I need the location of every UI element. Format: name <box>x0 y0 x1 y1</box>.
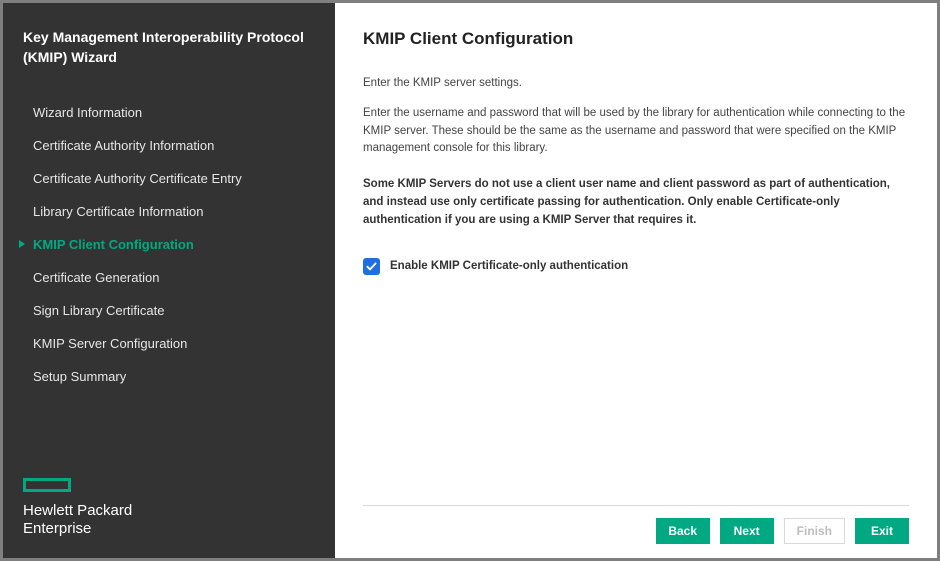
main-panel: KMIP Client Configuration Enter the KMIP… <box>335 3 937 558</box>
sidebar-item-label: Setup Summary <box>33 369 126 384</box>
sidebar-item-certificate-generation[interactable]: Certificate Generation <box>23 261 315 294</box>
wizard-footer: Back Next Finish Exit <box>363 518 909 544</box>
sidebar-item-label: Certificate Authority Certificate Entry <box>33 171 242 186</box>
sidebar-item-label: Wizard Information <box>33 105 142 120</box>
sidebar-item-certificate-authority-certificate-entry[interactable]: Certificate Authority Certificate Entry <box>23 162 315 195</box>
sidebar-item-kmip-server-configuration[interactable]: KMIP Server Configuration <box>23 327 315 360</box>
sidebar-item-label: KMIP Server Configuration <box>33 336 187 351</box>
sidebar-item-label: KMIP Client Configuration <box>33 237 194 252</box>
hpe-logo-text: Hewlett Packard Enterprise <box>23 502 315 538</box>
sidebar-item-kmip-client-configuration[interactable]: KMIP Client Configuration <box>23 228 315 261</box>
page-title: KMIP Client Configuration <box>363 29 909 49</box>
hpe-logo-icon <box>23 478 71 492</box>
next-button[interactable]: Next <box>720 518 774 544</box>
wizard-window: Key Management Interoperability Protocol… <box>0 0 940 561</box>
enable-cert-only-auth-row: Enable KMIP Certificate-only authenticat… <box>363 258 909 276</box>
sidebar-item-library-certificate-information[interactable]: Library Certificate Information <box>23 195 315 228</box>
finish-button: Finish <box>784 518 845 544</box>
enable-cert-only-auth-label: Enable KMIP Certificate-only authenticat… <box>390 258 628 276</box>
warning-text: Some KMIP Servers do not use a client us… <box>363 176 909 229</box>
sidebar-footer: Hewlett Packard Enterprise <box>23 478 315 542</box>
sidebar-item-label: Library Certificate Information <box>33 204 204 219</box>
sidebar-nav: Wizard Information Certificate Authority… <box>23 96 315 478</box>
sidebar-item-label: Certificate Generation <box>33 270 159 285</box>
checkmark-icon <box>366 261 377 272</box>
hpe-logo-line1: Hewlett Packard <box>23 502 132 519</box>
sidebar-item-label: Sign Library Certificate <box>33 303 165 318</box>
back-button[interactable]: Back <box>656 518 710 544</box>
sidebar-item-label: Certificate Authority Information <box>33 138 214 153</box>
intro-text-2: Enter the username and password that wil… <box>363 105 909 158</box>
sidebar-item-setup-summary[interactable]: Setup Summary <box>23 360 315 393</box>
enable-cert-only-auth-checkbox[interactable] <box>363 258 380 275</box>
sidebar-title: Key Management Interoperability Protocol… <box>23 27 315 68</box>
sidebar: Key Management Interoperability Protocol… <box>3 3 335 558</box>
intro-text-1: Enter the KMIP server settings. <box>363 75 909 93</box>
sidebar-item-certificate-authority-information[interactable]: Certificate Authority Information <box>23 129 315 162</box>
footer-divider <box>363 505 909 506</box>
hpe-logo-line2: Enterprise <box>23 520 91 537</box>
main-body: Enter the KMIP server settings. Enter th… <box>363 75 909 505</box>
sidebar-item-wizard-information[interactable]: Wizard Information <box>23 96 315 129</box>
exit-button[interactable]: Exit <box>855 518 909 544</box>
sidebar-item-sign-library-certificate[interactable]: Sign Library Certificate <box>23 294 315 327</box>
